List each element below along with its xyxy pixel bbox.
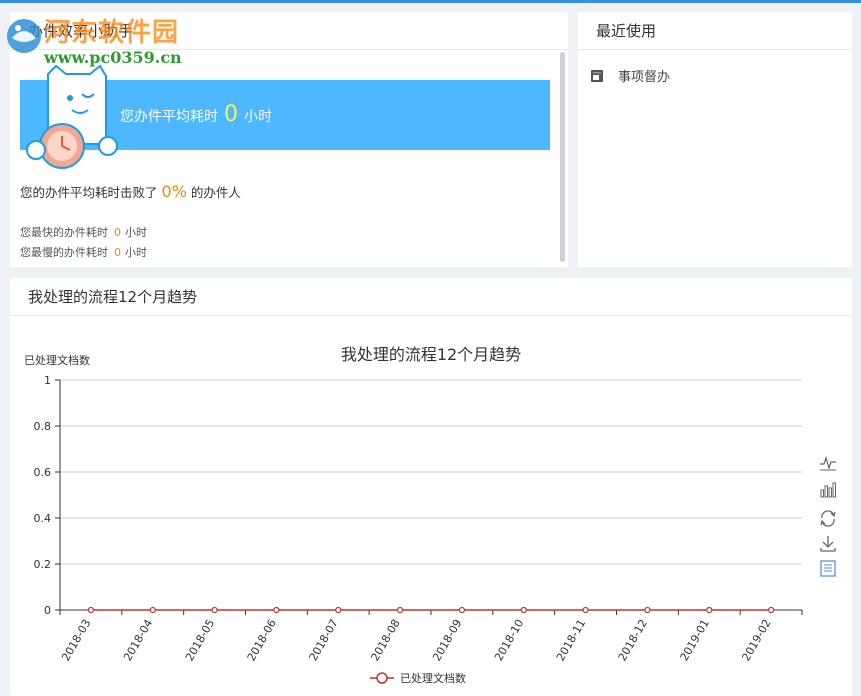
chart-data-point [149, 606, 156, 614]
chart-y-tick-label: 0 [44, 604, 51, 617]
mascot-clock-icon [26, 64, 118, 169]
recent-item-label: 事项督办 [618, 70, 671, 85]
chart-x-tick-label: 2019-01 [678, 617, 712, 663]
legend-swatch-marker [376, 672, 388, 684]
chart-data-point [458, 606, 466, 614]
chart-data-point [644, 606, 651, 614]
document-icon [591, 69, 603, 82]
chart-panel-title: 我处理的流程12个月趋势 [10, 278, 852, 316]
chart-x-tick-label: 2018-07 [307, 617, 341, 663]
recent-panel-title: 最近使用 [578, 12, 852, 50]
chart-title: 我处理的流程12个月趋势 [341, 345, 521, 364]
avg-time-text: 您办件平均耗时 0 小时 [120, 80, 272, 150]
chart-y-tick-label: 1 [44, 374, 51, 387]
efficiency-panel-scrollbar[interactable] [560, 52, 565, 262]
avg-time-unit: 小时 [244, 109, 272, 125]
chart-x-tick-label: 2018-09 [430, 617, 464, 663]
chart-x-tick-label: 2018-10 [492, 617, 526, 663]
beat-percentage: 0% [161, 182, 187, 201]
chart-x-tick-label: 2018-11 [554, 617, 588, 663]
chart-x-tick-label: 2018-12 [616, 617, 650, 663]
avg-time-value: 0 [224, 102, 238, 127]
chart-panel: 我处理的流程12个月趋势 我处理的流程12个月趋势 已处理文档数 0 0.2 0.4… [10, 278, 852, 696]
chart-data-point [767, 606, 775, 614]
chart-y-axis-label: 已处理文档数 [24, 353, 90, 367]
bar-chart-icon[interactable] [820, 482, 836, 498]
refresh-icon[interactable] [820, 510, 836, 527]
trend-chart: 我处理的流程12个月趋势 已处理文档数 0 0.2 0.4 0.6 0.8 1 2018-0… [24, 345, 836, 685]
chart-y-tick-label: 0.2 [34, 558, 52, 571]
chart-x-tick-label: 2018-03 [59, 617, 93, 663]
chart-x-tick-label: 2018-06 [245, 617, 279, 663]
efficiency-panel: 办件效率小助手 您办件平均耗时 0 小时 您的办件平均耗时击败了 0% 的办件人 您最快… [10, 12, 568, 267]
avg-time-label: 您办件平均耗时 [120, 109, 218, 125]
beat-percentage-line: 您的办件平均耗时击败了 0% 的办件人 [20, 182, 241, 201]
beat-suffix: 的办件人 [190, 185, 241, 200]
fastest-value: 0 [114, 226, 121, 239]
slowest-unit: 小时 [125, 246, 147, 259]
download-icon[interactable] [820, 536, 836, 552]
chart-x-tick-label: 2018-08 [368, 617, 402, 663]
fastest-label: 您最快的办件耗时 [20, 226, 108, 239]
slowest-label: 您最慢的办件耗时 [20, 246, 108, 259]
chart-data-point [335, 606, 342, 614]
data-view-icon[interactable] [820, 560, 836, 577]
chart-data-point [520, 606, 527, 614]
efficiency-panel-title: 办件效率小助手 [10, 12, 568, 50]
chart-data-point [211, 606, 218, 614]
fastest-unit: 小时 [125, 226, 147, 239]
chart-data-point [273, 606, 280, 614]
beat-label: 您的办件平均耗时击败了 [20, 185, 158, 200]
slowest-time-line: 您最慢的办件耗时 0 小时 [20, 244, 147, 260]
chart-data-point [706, 606, 713, 614]
recent-panel: 最近使用 事项督办 [578, 12, 852, 267]
slowest-value: 0 [114, 246, 121, 259]
top-accent-line [0, 0, 861, 3]
chart-x-tick-label: 2018-04 [121, 617, 155, 663]
chart-y-tick-label: 0.6 [34, 466, 52, 479]
line-chart-icon[interactable] [820, 456, 836, 471]
chart-data-point [582, 606, 589, 614]
legend-label: 已处理文档数 [400, 671, 466, 685]
chart-y-tick-label: 0.4 [34, 512, 52, 525]
chart-data-point [87, 606, 95, 614]
fastest-time-line: 您最快的办件耗时 0 小时 [20, 224, 147, 240]
chart-y-tick-label: 0.8 [34, 420, 52, 433]
chart-x-tick-label: 2019-02 [739, 617, 773, 663]
recent-item-supervision[interactable]: 事项督办 [590, 66, 670, 85]
chart-data-point [396, 606, 404, 614]
chart-x-tick-label: 2018-05 [183, 617, 217, 663]
